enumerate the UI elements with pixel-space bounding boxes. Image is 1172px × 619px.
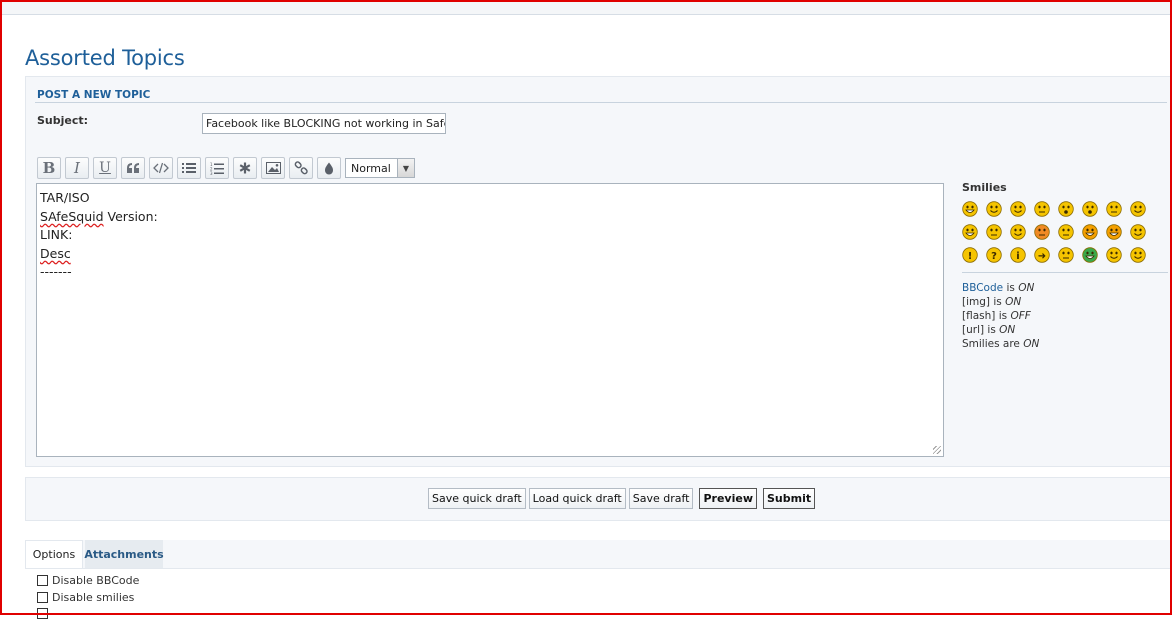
smiley-neutral-icon[interactable]	[1058, 247, 1074, 263]
smiley-geek-icon[interactable]	[1106, 247, 1122, 263]
editor-line: LINK:	[40, 227, 73, 242]
smiley-biggrin-icon[interactable]	[962, 201, 978, 217]
smiley-arrow-icon[interactable]: ➜	[1034, 247, 1050, 263]
smiley-question-icon[interactable]: ?	[986, 247, 1002, 263]
editor-line: TAR/ISO	[40, 190, 90, 205]
bold-icon: B	[42, 159, 56, 177]
subject-label: Subject:	[37, 114, 89, 127]
smiley-cool-icon[interactable]	[1130, 201, 1146, 217]
list-button[interactable]	[177, 157, 201, 179]
submit-button[interactable]: Submit	[763, 488, 816, 509]
svg-text:i: i	[1016, 251, 1019, 262]
smilies-title: Smilies	[962, 181, 1007, 194]
smiley-cry-icon[interactable]	[1058, 224, 1074, 240]
smiley-confused-icon[interactable]	[1106, 201, 1122, 217]
post-panel: POST A NEW TOPIC Subject: Facebook like …	[25, 76, 1171, 467]
third-option-partial[interactable]	[37, 608, 52, 619]
smiley-lol-icon[interactable]	[962, 224, 978, 240]
bbcode-status: BBCode is ON [img] is ON [flash] is OFF …	[962, 282, 1040, 350]
preview-button[interactable]: Preview	[699, 488, 757, 509]
disable-smilies-label: Disable smilies	[52, 591, 135, 604]
svg-text:➜: ➜	[1038, 251, 1046, 262]
link-button[interactable]	[289, 157, 313, 179]
smilies-sidebar: Smilies !? i ➜ BBCode is ON [img] is ON [f…	[962, 181, 1168, 351]
smilies-state: ON	[1023, 338, 1040, 350]
svg-text:3: 3	[210, 171, 213, 175]
bbcode-state: ON	[1018, 282, 1035, 294]
disable-bbcode-label: Disable BBCode	[52, 574, 140, 587]
resize-handle[interactable]	[933, 446, 941, 454]
save-quick-draft-button[interactable]: Save quick draft	[428, 488, 526, 509]
smiley-idea-icon[interactable]: i	[1010, 247, 1026, 263]
top-strip	[2, 2, 1170, 15]
smiley-smile-icon[interactable]	[986, 201, 1002, 217]
smiley-mrgreen-icon[interactable]	[1082, 247, 1098, 263]
options-tabs: Options Attachments	[25, 540, 1170, 569]
third-option-checkbox[interactable]	[37, 608, 48, 619]
list-icon	[182, 163, 196, 173]
panel-heading: POST A NEW TOPIC	[37, 89, 151, 101]
image-icon	[265, 162, 281, 174]
italic-button[interactable]: I	[65, 157, 89, 179]
smiley-twisted-icon[interactable]	[1106, 224, 1122, 240]
svg-text:?: ?	[991, 251, 997, 262]
bold-button[interactable]: B	[37, 157, 61, 179]
smiley-wink-icon[interactable]	[1010, 201, 1026, 217]
quote-icon	[127, 163, 139, 173]
subject-input[interactable]: Facebook like BLOCKING not working in Sa…	[202, 113, 446, 134]
numbered-list-button[interactable]: 123	[205, 157, 229, 179]
smiley-redface-icon[interactable]	[1034, 224, 1050, 240]
panel-divider	[35, 102, 1167, 103]
smiley-surprised-icon[interactable]	[1058, 201, 1074, 217]
link-icon	[294, 161, 308, 175]
underline-icon: U	[99, 160, 111, 176]
bbcode-link[interactable]: BBCode	[962, 282, 1003, 294]
asterisk-icon	[239, 162, 251, 174]
droplet-icon	[324, 162, 334, 174]
disable-smilies-checkbox[interactable]	[37, 592, 48, 603]
smiley-uber-geek-icon[interactable]	[1130, 247, 1146, 263]
editor-line: -------	[40, 264, 72, 279]
editor-line: SAfeSquid Version:	[40, 208, 158, 224]
smiley-mad-icon[interactable]	[986, 224, 1002, 240]
list-item-button[interactable]	[233, 157, 257, 179]
smiley-eek-icon[interactable]	[1082, 201, 1098, 217]
url-state: ON	[999, 324, 1016, 336]
font-size-select[interactable]: Normal ▼	[345, 158, 415, 178]
disable-bbcode-checkbox[interactable]	[37, 575, 48, 586]
smiley-evil-icon[interactable]	[1082, 224, 1098, 240]
color-button[interactable]	[317, 157, 341, 179]
action-buttons: Save quick draft Load quick draft Save d…	[428, 488, 818, 509]
numbered-list-icon: 123	[210, 162, 224, 175]
page-title: Assorted Topics	[25, 46, 185, 70]
save-draft-button[interactable]: Save draft	[628, 488, 694, 509]
smiley-rolleyes-icon[interactable]	[1130, 224, 1146, 240]
smiley-razz-icon[interactable]	[1010, 224, 1026, 240]
smiley-sad-icon[interactable]	[1034, 201, 1050, 217]
tab-attachments[interactable]: Attachments	[84, 540, 164, 568]
image-button[interactable]	[261, 157, 285, 179]
disable-bbcode-option[interactable]: Disable BBCode	[37, 574, 139, 587]
svg-text:!: !	[968, 251, 973, 262]
img-state: ON	[1005, 296, 1022, 308]
italic-icon: I	[74, 159, 80, 177]
underline-button[interactable]: U	[93, 157, 117, 179]
action-panel: Save quick draft Load quick draft Save d…	[25, 477, 1171, 521]
font-size-value: Normal	[351, 161, 391, 175]
message-textarea[interactable]: TAR/ISO SAfeSquid Version: LINK: Desc --…	[36, 183, 944, 457]
smiley-exclaim-icon[interactable]: !	[962, 247, 978, 263]
disable-smilies-option[interactable]: Disable smilies	[37, 591, 134, 604]
chevron-down-icon: ▼	[397, 159, 414, 177]
code-icon	[153, 162, 169, 174]
smilies-grid: !? i ➜	[962, 201, 1168, 263]
code-button[interactable]	[149, 157, 173, 179]
sidebar-divider	[962, 272, 1168, 273]
tab-options[interactable]: Options	[25, 540, 83, 568]
flash-state: OFF	[1010, 310, 1031, 322]
quote-button[interactable]	[121, 157, 145, 179]
load-quick-draft-button[interactable]: Load quick draft	[528, 488, 626, 509]
editor-toolbar: B I U 123 Normal ▼	[37, 157, 415, 179]
editor-line: Desc	[40, 245, 71, 261]
